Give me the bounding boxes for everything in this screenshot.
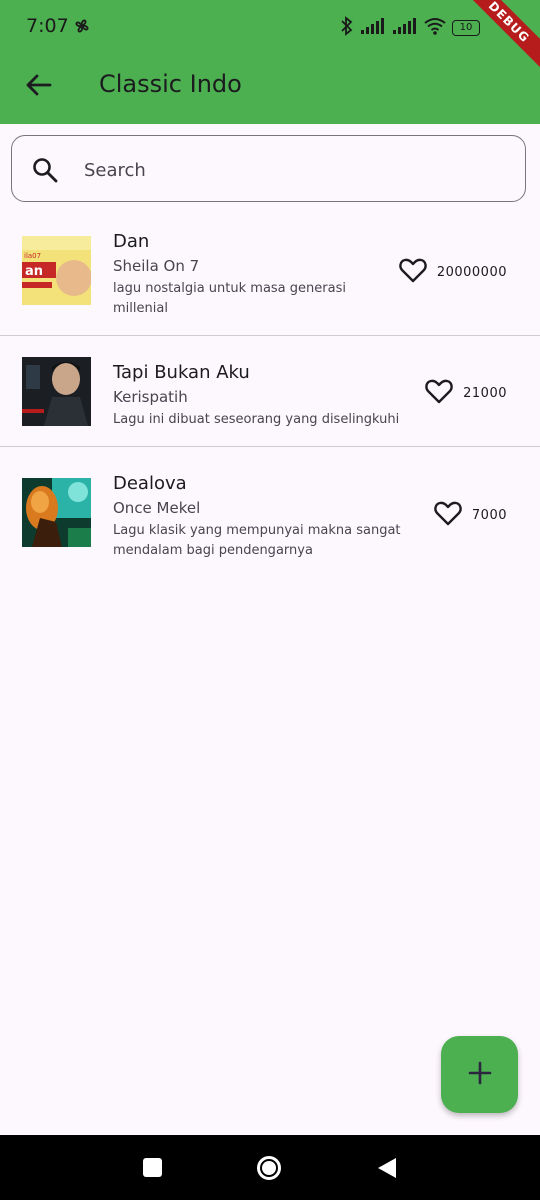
song-description: lagu nostalgia untuk masa generasi mille…: [113, 281, 346, 316]
list-item[interactable]: Dealova Once Mekel Lagu klasik yang memp…: [0, 447, 540, 567]
like-group: 7000: [434, 500, 507, 530]
battery-level: 10: [459, 22, 473, 33]
like-group: 20000000: [399, 257, 507, 287]
like-count: 7000: [471, 507, 507, 523]
recents-icon[interactable]: [143, 1158, 162, 1177]
page-title: Classic Indo: [99, 70, 242, 98]
song-title: Tapi Bukan Aku: [113, 362, 250, 383]
fan-icon: [72, 16, 92, 40]
nav-back-icon[interactable]: [376, 1156, 398, 1184]
song-title: Dan: [113, 231, 150, 252]
battery-icon: 10: [452, 20, 480, 36]
arrow-left-icon: [22, 74, 56, 106]
back-button[interactable]: [22, 68, 56, 102]
svg-text:ila07: ila07: [24, 252, 41, 260]
album-thumbnail: an ila07: [22, 236, 91, 305]
song-artist: Sheila On 7: [113, 257, 200, 275]
song-artist: Once Mekel: [113, 499, 201, 517]
home-icon-dot: [262, 1161, 276, 1175]
like-count: 21000: [463, 385, 507, 401]
list-item[interactable]: Tapi Bukan Aku Kerispatih Lagu ini dibua…: [0, 336, 540, 447]
like-group: 21000: [425, 378, 507, 408]
like-count: 20000000: [436, 264, 507, 280]
svg-text:an: an: [25, 264, 43, 279]
song-text: Dan Sheila On 7 lagu nostalgia untuk mas…: [113, 230, 403, 319]
song-artist: Kerispatih: [113, 388, 188, 406]
album-thumbnail: [22, 357, 91, 426]
song-title: Dealova: [113, 473, 187, 494]
song-text: Tapi Bukan Aku Kerispatih Lagu ini dibua…: [113, 361, 403, 430]
status-time: 7:07: [26, 15, 69, 37]
heart-icon[interactable]: [434, 500, 462, 530]
song-description: Lagu ini dibuat seseorang yang diselingk…: [113, 412, 400, 427]
app-bar: 7:07 10 DEBUG Classic Indo: [0, 0, 540, 124]
song-list: an ila07 Dan Sheila On 7 lagu nostalgia …: [0, 214, 540, 567]
heart-icon[interactable]: [399, 257, 427, 287]
search-bar[interactable]: [11, 135, 526, 202]
signal-icon: [360, 17, 386, 39]
search-input[interactable]: [82, 154, 506, 186]
system-nav-bar: [0, 1135, 540, 1200]
bluetooth-icon: [340, 16, 354, 40]
plus-icon: [468, 1061, 492, 1089]
status-icons: 10: [340, 16, 480, 40]
song-text: Dealova Once Mekel Lagu klasik yang memp…: [113, 472, 403, 561]
status-bar: 7:07 10 DEBUG: [0, 0, 540, 76]
search-icon: [31, 156, 59, 188]
wifi-icon: [424, 17, 446, 39]
add-song-button[interactable]: [441, 1036, 518, 1113]
signal-icon: [392, 17, 418, 39]
list-item[interactable]: an ila07 Dan Sheila On 7 lagu nostalgia …: [0, 214, 540, 336]
album-thumbnail: [22, 478, 91, 547]
heart-icon[interactable]: [425, 378, 453, 408]
song-description: Lagu klasik yang mempunyai makna sangat …: [113, 523, 401, 558]
